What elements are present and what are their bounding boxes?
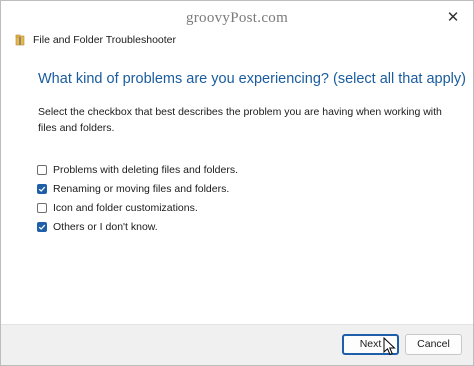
- checkbox-renaming-moving[interactable]: [37, 183, 47, 194]
- close-icon[interactable]: ✕: [445, 10, 461, 26]
- folder-wrench-icon: [15, 33, 25, 47]
- mouse-pointer-icon: [383, 337, 396, 356]
- problem-options-list: Problems with deleting files and folders…: [37, 160, 238, 236]
- watermark: groovyPost.com: [185, 10, 289, 26]
- checkbox-deleting[interactable]: [37, 164, 47, 175]
- troubleshooter-window: groovyPost.com ✕ File and Folder Trouble…: [0, 0, 474, 366]
- instructions-text: Select the checkbox that best describes …: [38, 106, 442, 134]
- option-label: Icon and folder customizations.: [53, 201, 198, 214]
- checkmark-icon: [38, 186, 46, 192]
- window-title: File and Folder Troubleshooter: [33, 34, 176, 46]
- option-renaming-moving[interactable]: Renaming or moving files and folders.: [37, 179, 238, 198]
- option-icon-customizations[interactable]: Icon and folder customizations.: [37, 198, 238, 217]
- checkbox-others[interactable]: [37, 221, 47, 232]
- option-label: Renaming or moving files and folders.: [53, 182, 230, 195]
- cancel-button[interactable]: Cancel: [405, 334, 462, 355]
- option-deleting[interactable]: Problems with deleting files and folders…: [37, 160, 238, 179]
- option-label: Problems with deleting files and folders…: [53, 163, 239, 176]
- button-footer: Next Cancel: [1, 324, 473, 365]
- checkmark-icon: [38, 224, 46, 230]
- page-heading: What kind of problems are you experienci…: [38, 71, 466, 87]
- option-label: Others or I don't know.: [53, 220, 158, 233]
- option-others[interactable]: Others or I don't know.: [37, 217, 238, 236]
- title-bar: File and Folder Troubleshooter: [15, 31, 176, 49]
- checkbox-icon-customizations[interactable]: [37, 202, 47, 213]
